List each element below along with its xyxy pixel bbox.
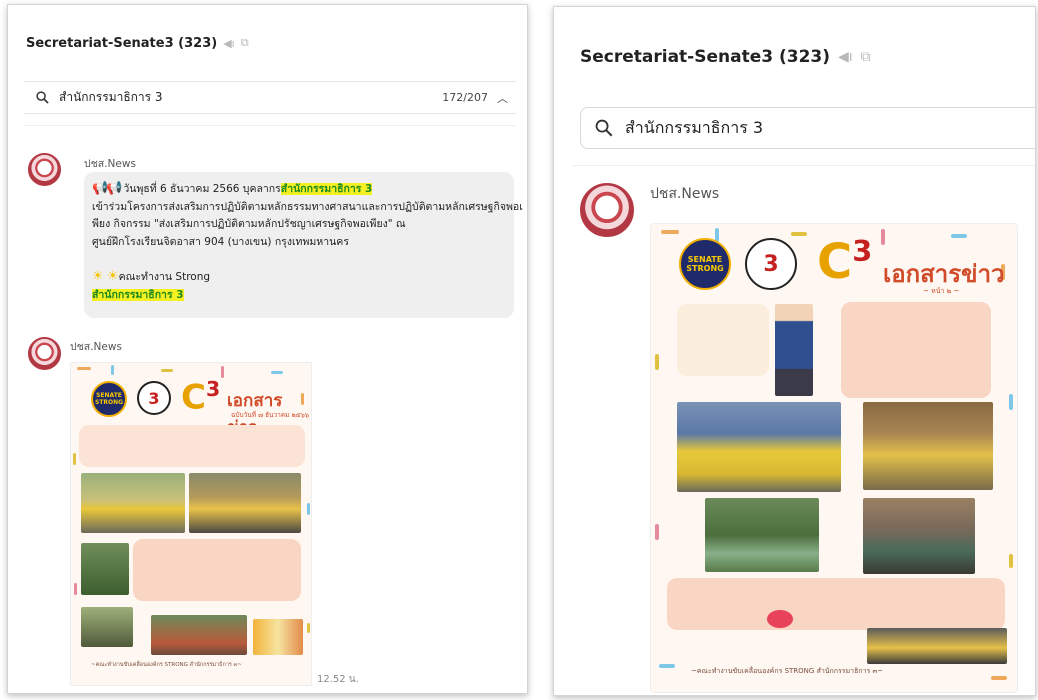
message-text: คณะทำงาน Strong bbox=[118, 271, 211, 283]
poster-text-box bbox=[841, 302, 991, 398]
search-bar[interactable]: สำนักกรรมาธิการ 3 172/207 ︿ bbox=[24, 81, 516, 114]
photo bbox=[81, 473, 185, 533]
photo bbox=[151, 615, 247, 655]
avatar[interactable] bbox=[28, 337, 61, 370]
message-text: วันพุธที่ 6 ธันวาคม 2566 บุคลากร bbox=[123, 183, 281, 195]
photo bbox=[189, 473, 301, 533]
committee-logo: 3 bbox=[745, 238, 797, 290]
search-input[interactable]: สำนักกรรมาธิการ 3 bbox=[59, 88, 163, 107]
poster-text-box bbox=[79, 425, 305, 467]
message-time: 12.52 น. bbox=[317, 674, 359, 685]
message-text: เข้าร่วมโครงการส่งเสริมการปฏิบัติตามหลัก… bbox=[92, 200, 523, 213]
illustration bbox=[253, 619, 303, 655]
poster-text-box bbox=[133, 539, 301, 601]
divider bbox=[24, 125, 516, 126]
avatar[interactable] bbox=[580, 183, 634, 237]
committee-logo: 3 bbox=[137, 381, 171, 415]
megaphone-icon: 📢📢 bbox=[92, 181, 122, 196]
chat-header: Secretariat-Senate3 (323) ◀ı ⧉ bbox=[580, 43, 871, 71]
c3-logo: C3 bbox=[181, 377, 221, 418]
photo bbox=[81, 543, 129, 595]
search-icon bbox=[36, 91, 49, 104]
search-result-count: 172/207 bbox=[442, 91, 488, 104]
senate-strong-logo: SENATE STRONG bbox=[679, 238, 731, 290]
sparkle-icon: ☀ bbox=[107, 269, 119, 284]
chat-title: Secretariat-Senate3 (323) bbox=[26, 35, 218, 51]
poster-subtitle: ฉบับวันที่ ๗ ธันวาคม ๒๕๖๖ bbox=[231, 411, 309, 419]
poster-subtitle: ~ หน้า ๒ ~ bbox=[923, 287, 960, 295]
mute-icon[interactable]: ◀ı bbox=[838, 49, 853, 65]
message-bubble[interactable]: 📢📢 วันพุธที่ 6 ธันวาคม 2566 บุคลากรสำนักก… bbox=[84, 172, 523, 318]
poster-text-box bbox=[667, 578, 1005, 630]
message-text: ศูนย์ฝึกโรงเรียนจิตอาสา 904 (บางเขน) กรุ… bbox=[92, 235, 349, 248]
chat-window-left: Secretariat-Senate3 (323) ◀ı ⧉ สำนักกรรม… bbox=[7, 4, 528, 694]
mute-icon[interactable]: ◀ı bbox=[223, 37, 235, 50]
copy-icon[interactable]: ⧉ bbox=[241, 36, 249, 50]
sender-name: ปชส.News bbox=[70, 341, 122, 353]
photo bbox=[863, 402, 993, 490]
divider bbox=[572, 165, 1035, 166]
chat-window-right: Secretariat-Senate3 (323) ◀ı ⧉ สำนักกรรม… bbox=[553, 6, 1036, 696]
poster-footer: ~คณะทำงานขับเคลื่อนองค์กร STRONG สำนักกร… bbox=[691, 667, 884, 675]
sparkle-icon: ☀ bbox=[92, 269, 104, 284]
sender-name: ปชส.News bbox=[650, 186, 720, 202]
search-highlight: สำนักกรรมาธิการ 3 bbox=[280, 183, 373, 195]
c3-logo: C3 bbox=[817, 234, 873, 290]
sender-name: ปชส.News bbox=[84, 158, 136, 170]
poster-footer: ~คณะทำงานขับเคลื่อนองค์กร STRONG สำนักกร… bbox=[91, 662, 242, 668]
avatar[interactable] bbox=[28, 153, 61, 186]
photo bbox=[81, 607, 133, 647]
photo bbox=[705, 498, 819, 572]
mascot-illustration bbox=[767, 610, 793, 628]
image-attachment[interactable]: SENATE STRONG 3 C3 เอกสารข่าว ฉบับวันที่… bbox=[70, 362, 312, 686]
chat-header: Secretariat-Senate3 (323) ◀ı ⧉ bbox=[26, 33, 249, 53]
image-attachment[interactable]: SENATE STRONG 3 C3 เอกสารข่าว ~ หน้า ๒ ~… bbox=[650, 223, 1018, 693]
illustration bbox=[775, 304, 813, 396]
message-text: พียง กิจกรรม "ส่งเสริมการปฏิบัติตามหลักป… bbox=[92, 218, 406, 230]
photo bbox=[867, 628, 1007, 664]
poster-text-box bbox=[677, 304, 769, 376]
senate-strong-logo: SENATE STRONG bbox=[91, 381, 127, 417]
chat-title: Secretariat-Senate3 (323) bbox=[580, 47, 831, 67]
search-bar[interactable]: สำนักกรรมาธิการ 3 bbox=[580, 107, 1035, 149]
search-highlight: สำนักกรรมาธิการ 3 bbox=[92, 288, 184, 301]
search-input[interactable]: สำนักกรรมาธิการ 3 bbox=[625, 116, 763, 141]
chevron-up-icon[interactable]: ︿ bbox=[497, 90, 508, 106]
photo bbox=[677, 402, 841, 492]
photo bbox=[863, 498, 975, 574]
search-icon bbox=[595, 119, 613, 137]
copy-icon[interactable]: ⧉ bbox=[861, 49, 871, 65]
